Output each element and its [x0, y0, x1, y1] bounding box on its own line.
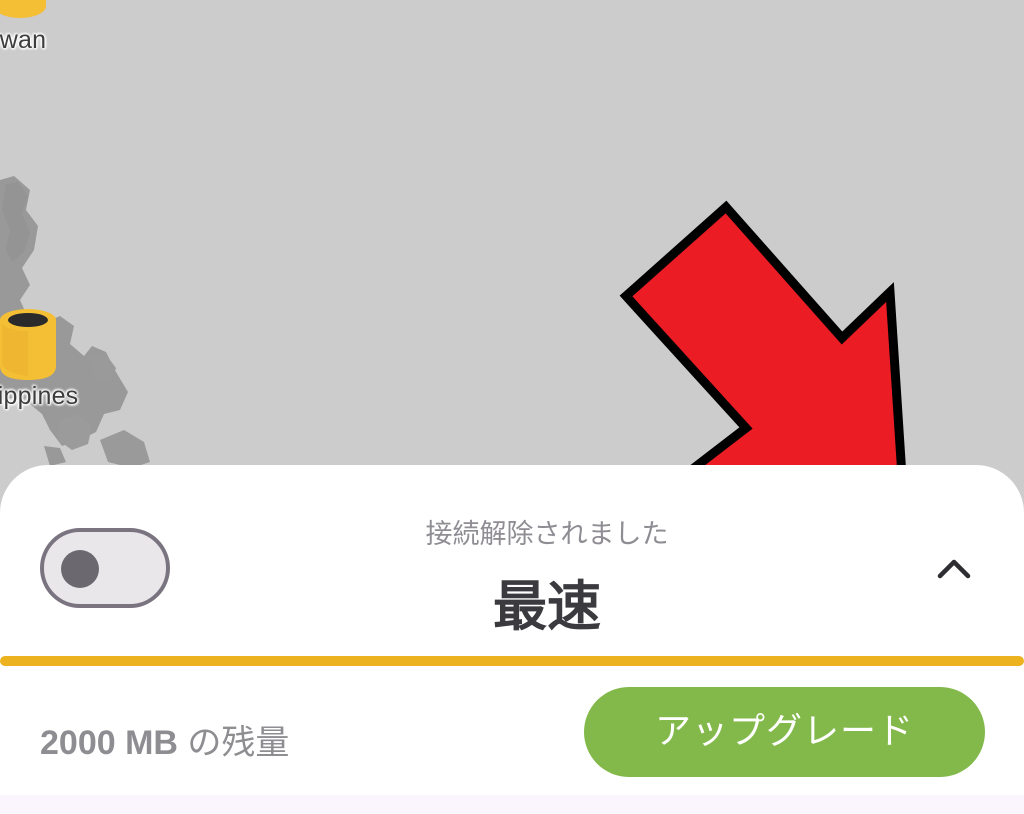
upgrade-button[interactable]: アップグレード	[584, 687, 985, 777]
connection-status-text: 接続解除されました	[425, 519, 669, 550]
connection-bottom-sheet: 接続解除されました 最速 2000 MB の残量 アップグレード	[0, 465, 1024, 814]
chevron-up-icon[interactable]	[930, 550, 978, 586]
quota-amount: 2000 MB	[40, 724, 178, 762]
data-quota-remaining: 2000 MB の残量	[40, 715, 289, 764]
progress-divider	[0, 656, 1024, 666]
selected-server-name[interactable]: 最速	[0, 562, 1024, 641]
bottom-strip	[0, 795, 1024, 814]
vpn-app-screen: iwan lippines 接続解除されました 最速 2000 MB の残量 ア…	[0, 0, 1024, 814]
quota-suffix: の残量	[177, 724, 290, 762]
